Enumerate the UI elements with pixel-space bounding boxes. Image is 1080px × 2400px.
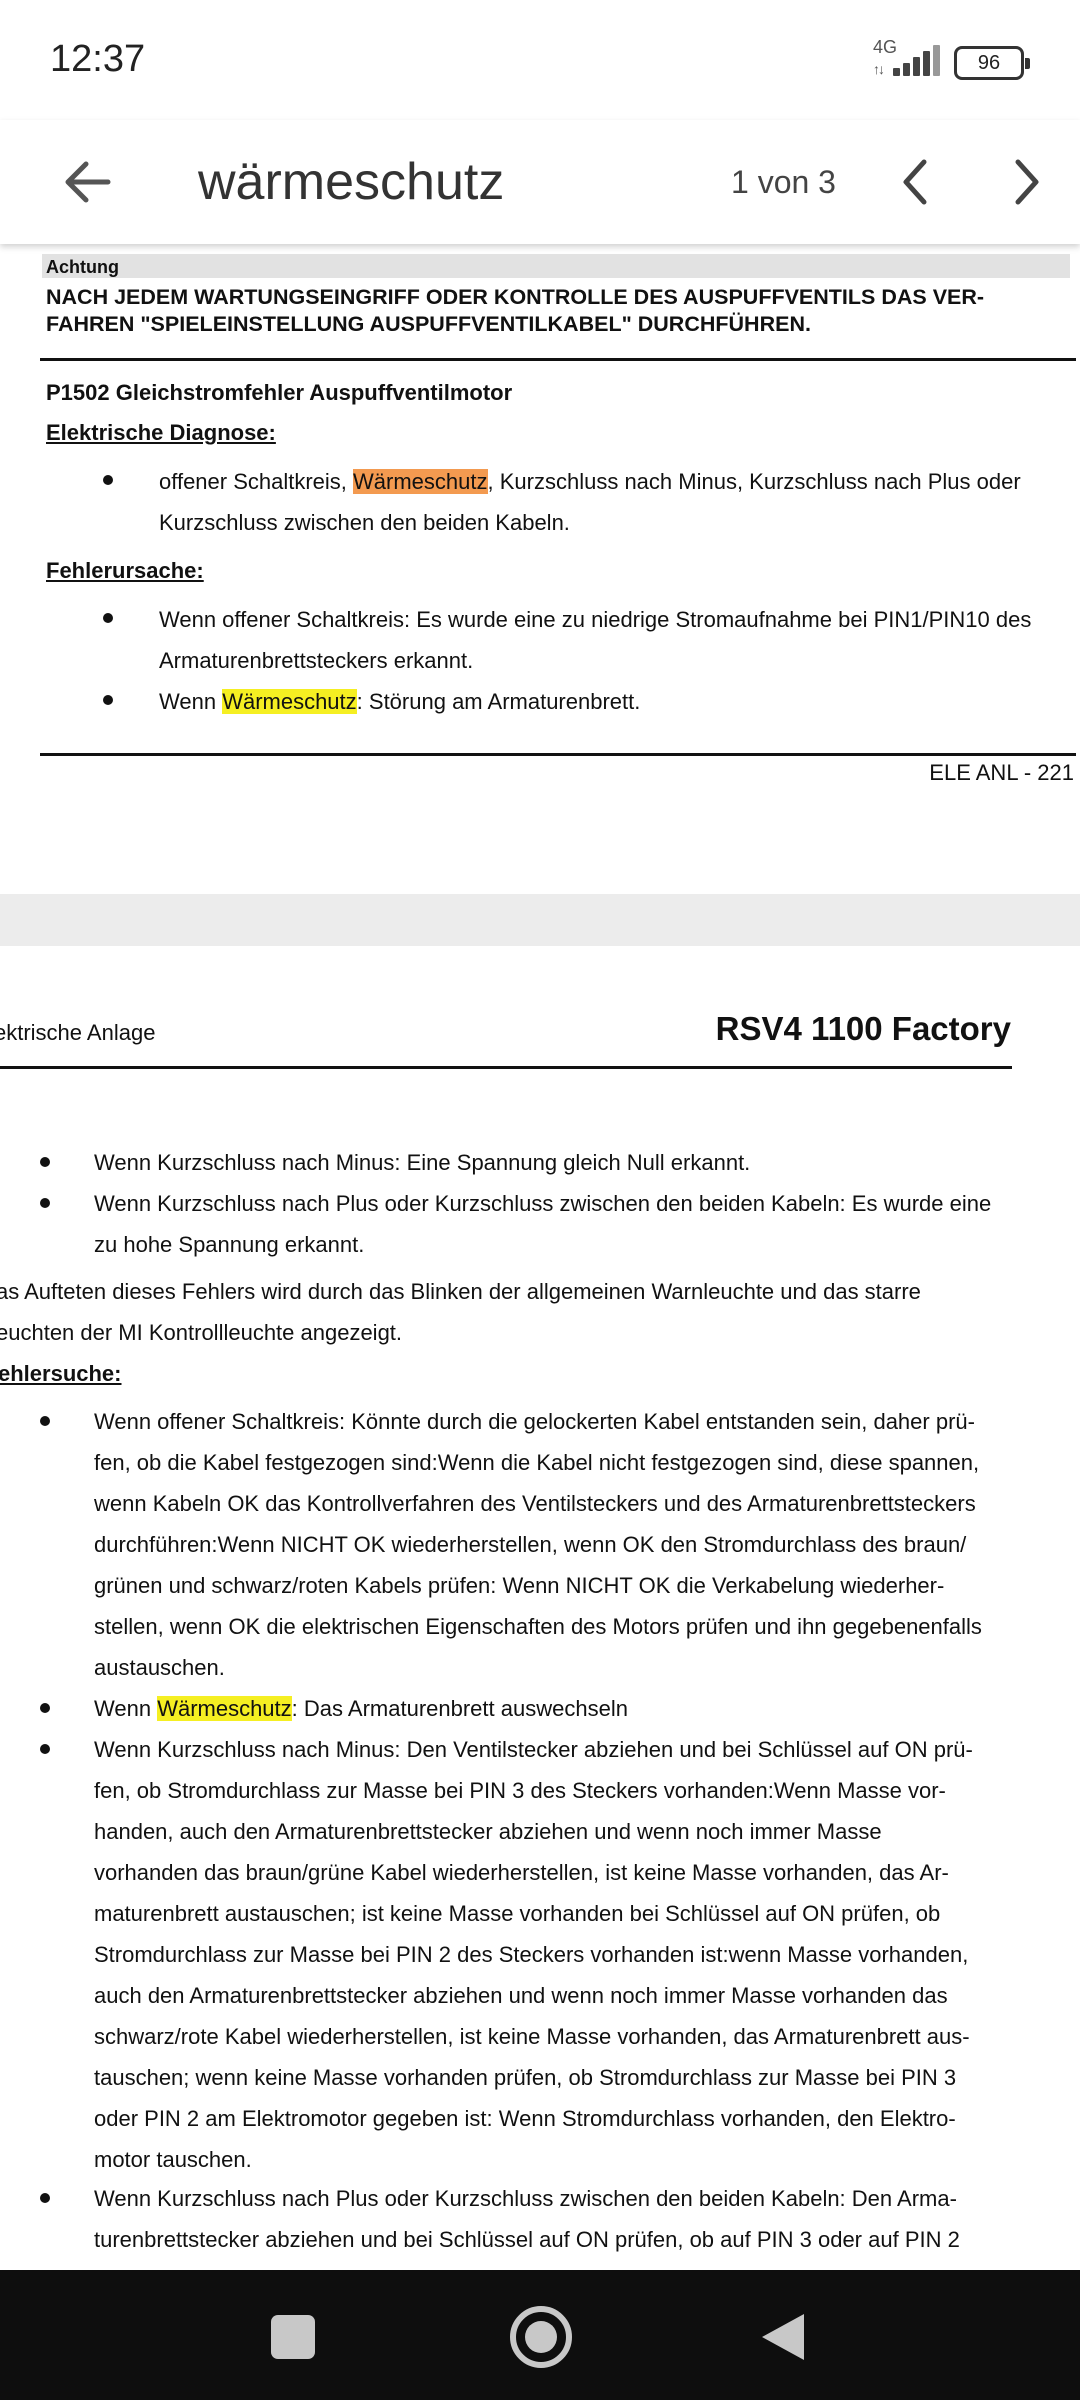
previous-match-button[interactable] xyxy=(880,146,952,218)
notice-label: Achtung xyxy=(46,257,119,277)
notice-text: NACH JEDEM WARTUNGSEINGRIFF ODER KONTROL… xyxy=(46,284,1056,338)
text: Wenn Kurzschluss nach Plus oder Kurzschl… xyxy=(94,2186,957,2211)
paragraph: as Aufteten dieses Fehlers wird durch da… xyxy=(0,1271,921,1353)
error-title: P1502 Gleichstromfehler Auspuffventilmot… xyxy=(46,380,513,405)
text: grünen und schwarz/roten Kabels prüfen: … xyxy=(94,1573,945,1598)
back-button[interactable] xyxy=(54,146,126,218)
text: schwarz/rote Kabel wiederherstellen, ist… xyxy=(94,2024,970,2049)
text: durchführen:Wenn NICHT OK wiederherstell… xyxy=(94,1532,967,1557)
text: Armaturenbrettsteckers erkannt. xyxy=(159,648,474,673)
text: euchten der MI Kontrollleuchte angezeigt… xyxy=(0,1320,403,1345)
text: Kurzschluss zwischen den beiden Kabeln. xyxy=(159,510,570,535)
text: fen, ob die Kabel festgezogen sind:Wenn … xyxy=(94,1450,980,1475)
system-back-button[interactable] xyxy=(762,2314,804,2360)
home-button[interactable] xyxy=(510,2306,572,2368)
system-navigation-bar xyxy=(0,2270,1080,2400)
list-item: Wenn Wärmeschutz: Störung am Armaturenbr… xyxy=(159,681,640,722)
signal-icon xyxy=(893,44,943,76)
list-item: Wenn Kurzschluss nach Plus oder Kurzschl… xyxy=(94,2178,960,2260)
bullet xyxy=(103,613,113,623)
document-page-1: Achtung NACH JEDEM WARTUNGSEINGRIFF ODER… xyxy=(0,244,1080,894)
list-item: Wenn offener Schaltkreis: Es wurde eine … xyxy=(159,599,1031,681)
text: Wenn Kurzschluss nach Minus: Den Ventils… xyxy=(94,1737,973,1762)
battery-icon: 96 xyxy=(954,46,1030,80)
text: handen, auch den Armaturenbrettstecker a… xyxy=(94,1819,882,1844)
document-page-2: ektrische Anlage RSV4 1100 Factory Wenn … xyxy=(0,946,1080,2270)
arrow-left-icon xyxy=(65,161,111,203)
list-item: Wenn Wärmeschutz: Das Armaturenbrett aus… xyxy=(94,1688,628,1729)
text: oder PIN 2 am Elektromotor gegeben ist: … xyxy=(94,2106,956,2131)
notice-line: FAHREN "SPIELEINSTELLUNG AUSPUFFVENTILKA… xyxy=(46,312,811,336)
text: wenn Kabeln OK das Kontrollverfahren des… xyxy=(94,1491,976,1516)
text: : Störung am Armaturenbrett. xyxy=(356,689,641,714)
text: as Aufteten dieses Fehlers wird durch da… xyxy=(0,1279,921,1304)
next-match-button[interactable] xyxy=(990,146,1062,218)
bullet xyxy=(40,2193,50,2203)
text: austauschen. xyxy=(94,1655,225,1680)
chevron-left-icon xyxy=(903,159,927,205)
clock: 12:37 xyxy=(50,38,146,80)
bullet xyxy=(40,1198,50,1208)
list-item: Wenn Kurzschluss nach Minus: Eine Spannu… xyxy=(94,1150,751,1175)
text: Wenn xyxy=(159,689,223,714)
text: : Das Armaturenbrett auswechseln xyxy=(291,1696,628,1721)
text: tauschen; wenn keine Masse vorhanden prü… xyxy=(94,2065,957,2090)
data-arrows-icon: ↑↓ xyxy=(873,61,885,77)
divider xyxy=(40,358,1076,361)
text: Stromdurchlass zur Masse bei PIN 2 des S… xyxy=(94,1942,969,1967)
text: Wenn offener Schaltkreis: Könnte durch d… xyxy=(94,1409,975,1434)
text: , Kurzschluss nach Minus, Kurzschluss na… xyxy=(487,469,1021,494)
bullet xyxy=(103,695,113,705)
chevron-right-icon xyxy=(1015,159,1039,205)
text: turenbrettstecker abziehen und bei Schlü… xyxy=(94,2227,960,2252)
divider xyxy=(0,1066,1012,1069)
running-header-title: RSV4 1100 Factory xyxy=(715,1010,1011,1047)
bullet xyxy=(40,1416,50,1426)
list-item: Wenn Kurzschluss nach Minus: Den Ventils… xyxy=(94,1729,973,2180)
section-heading: ehlersuche: xyxy=(0,1361,122,1386)
text: fen, ob Stromdurchlass zur Masse bei PIN… xyxy=(94,1778,946,1803)
search-query[interactable]: wärmeschutz xyxy=(198,146,504,218)
text: maturenbrett austauschen; ist keine Mass… xyxy=(94,1901,941,1926)
text: auch den Armaturenbrettstecker abziehen … xyxy=(94,1983,948,2008)
bullet xyxy=(40,1703,50,1713)
running-header-left: ektrische Anlage xyxy=(0,1020,156,1045)
find-in-document-bar: wärmeschutz 1 von 3 xyxy=(0,120,1080,244)
notice-bar xyxy=(42,254,1070,278)
page-number: ELE ANL - 221 xyxy=(929,760,1074,785)
text: vorhanden das braun/grüne Kabel wiederhe… xyxy=(94,1860,949,1885)
list-item: Wenn offener Schaltkreis: Könnte durch d… xyxy=(94,1401,982,1688)
section-heading: Elektrische Diagnose: xyxy=(46,420,276,445)
status-bar: 12:37 4G ↑↓ 96 xyxy=(0,0,1080,120)
search-match-current[interactable]: Wärmeschutz xyxy=(353,469,488,494)
text: Wenn Kurzschluss nach Plus oder Kurzschl… xyxy=(94,1191,992,1216)
text: Wenn offener Schaltkreis: Es wurde eine … xyxy=(159,607,1032,632)
text: zu hohe Spannung erkannt. xyxy=(94,1232,365,1257)
list-item: offener Schaltkreis, Wärmeschutz, Kurzsc… xyxy=(159,461,1021,543)
page-gap xyxy=(0,894,1080,946)
notice-line: NACH JEDEM WARTUNGSEINGRIFF ODER KONTROL… xyxy=(46,285,985,309)
bullet xyxy=(40,1157,50,1167)
search-match[interactable]: Wärmeschutz xyxy=(157,1696,292,1721)
bullet xyxy=(103,475,113,485)
match-counter: 1 von 3 xyxy=(731,164,836,200)
list-item: Wenn Kurzschluss nach Plus oder Kurzschl… xyxy=(94,1183,991,1265)
text: stellen, wenn OK die elektrischen Eigens… xyxy=(94,1614,982,1639)
divider xyxy=(40,753,1076,756)
text: Wenn xyxy=(94,1696,158,1721)
bullet xyxy=(40,1744,50,1754)
recent-apps-button[interactable] xyxy=(271,2315,315,2359)
text: motor tauschen. xyxy=(94,2147,252,2172)
section-heading: Fehlerursache: xyxy=(46,558,204,583)
text: offener Schaltkreis, xyxy=(159,469,354,494)
search-match[interactable]: Wärmeschutz xyxy=(222,689,357,714)
